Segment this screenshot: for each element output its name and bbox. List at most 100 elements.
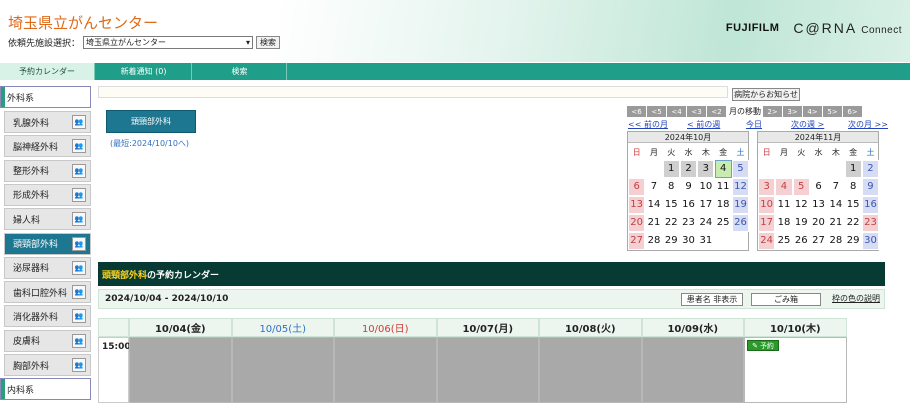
doctor-icon[interactable]: 👥 bbox=[72, 358, 86, 372]
mini-calendar-day[interactable]: 17 bbox=[697, 196, 715, 214]
mini-calendar-day[interactable]: 27 bbox=[628, 232, 646, 250]
mini-calendar-day[interactable]: 20 bbox=[809, 214, 828, 232]
mini-calendar-day[interactable]: 5 bbox=[792, 178, 810, 196]
month-jump-back-button[interactable]: <5 bbox=[647, 106, 666, 117]
category-internal[interactable]: 内科系 bbox=[0, 378, 91, 400]
mini-calendar-day[interactable]: 25 bbox=[714, 214, 732, 232]
mini-calendar-day[interactable]: 11 bbox=[714, 178, 732, 196]
mini-calendar-day[interactable]: 31 bbox=[697, 232, 715, 250]
doctor-icon[interactable]: 👥 bbox=[72, 163, 86, 178]
sidebar-item[interactable]: 皮膚科 👥 bbox=[4, 329, 91, 352]
book-appointment-button[interactable]: ✎ 予約 bbox=[747, 340, 779, 351]
earliest-date-link[interactable]: (最短:2024/10/10へ) bbox=[110, 138, 189, 149]
mini-calendar-day[interactable]: 19 bbox=[731, 196, 750, 214]
mini-calendar-day[interactable]: 30 bbox=[861, 232, 880, 250]
facility-select[interactable]: 埼玉県立がんセンター ▾ bbox=[83, 36, 254, 49]
facility-search-button[interactable]: 検索 bbox=[256, 36, 281, 49]
mini-calendar-day[interactable]: 19 bbox=[792, 214, 810, 232]
month-jump-forward-button[interactable]: 6> bbox=[843, 106, 862, 117]
mini-calendar-day[interactable]: 26 bbox=[731, 214, 750, 232]
mini-calendar-day[interactable]: 27 bbox=[809, 232, 828, 250]
mini-calendar-day[interactable]: 7 bbox=[827, 178, 845, 196]
frame-color-legend-link[interactable]: 枠の色の説明 bbox=[832, 293, 880, 304]
trash-button[interactable]: ごみ箱 bbox=[751, 293, 821, 306]
prev-month-link[interactable]: << 前の月 bbox=[628, 119, 668, 130]
month-jump-forward-button[interactable]: 2> bbox=[763, 106, 782, 117]
month-jump-back-button[interactable]: <6 bbox=[627, 106, 646, 117]
mini-calendar-day[interactable]: 25 bbox=[775, 232, 793, 250]
month-jump-forward-button[interactable]: 5> bbox=[823, 106, 842, 117]
mini-calendar-day[interactable]: 17 bbox=[758, 214, 776, 232]
mini-calendar-day[interactable]: 23 bbox=[861, 214, 880, 232]
mini-calendar-day[interactable]: 16 bbox=[861, 196, 880, 214]
sidebar-item[interactable]: 整形外科 👥 bbox=[4, 159, 91, 182]
doctor-icon[interactable]: 👥 bbox=[72, 309, 86, 324]
doctor-icon[interactable]: 👥 bbox=[72, 260, 86, 275]
mini-calendar-day[interactable]: 30 bbox=[679, 232, 698, 250]
today-link[interactable]: 今日 bbox=[746, 119, 762, 130]
doctor-icon[interactable]: 👥 bbox=[72, 187, 86, 202]
mini-calendar-day[interactable]: 29 bbox=[844, 232, 862, 250]
next-week-link[interactable]: 次の週 > bbox=[791, 119, 824, 130]
month-jump-forward-button[interactable]: 4> bbox=[803, 106, 822, 117]
mini-calendar-day[interactable]: 23 bbox=[679, 214, 698, 232]
doctor-icon[interactable]: 👥 bbox=[72, 285, 86, 300]
month-jump-back-button[interactable]: <4 bbox=[667, 106, 686, 117]
mini-calendar-day[interactable]: 21 bbox=[827, 214, 845, 232]
mini-calendar-day[interactable]: 9 bbox=[861, 178, 880, 196]
sidebar-item[interactable]: 泌尿器科 👥 bbox=[4, 256, 91, 279]
sidebar-item[interactable]: 歯科口腔外科 👥 bbox=[4, 281, 91, 304]
sidebar-item[interactable]: 形成外科 👥 bbox=[4, 183, 91, 206]
tab-search[interactable]: 検索 bbox=[193, 63, 287, 80]
mini-calendar-day[interactable]: 2 bbox=[861, 160, 880, 178]
sidebar-item[interactable]: 消化器外科 👥 bbox=[4, 305, 91, 328]
hide-patient-name-button[interactable]: 患者名 非表示 bbox=[681, 293, 743, 306]
mini-calendar-day[interactable]: 16 bbox=[679, 196, 698, 214]
mini-calendar-day[interactable]: 10 bbox=[758, 196, 776, 214]
mini-calendar-day[interactable]: 14 bbox=[827, 196, 845, 214]
mini-calendar-day[interactable]: 2 bbox=[679, 160, 698, 178]
hospital-notice-button[interactable]: 病院からお知らせ bbox=[732, 88, 800, 101]
month-jump-forward-button[interactable]: 3> bbox=[783, 106, 802, 117]
doctor-icon[interactable]: 👥 bbox=[72, 236, 86, 251]
mini-calendar-day[interactable]: 4 bbox=[775, 178, 793, 196]
prev-week-link[interactable]: < 前の週 bbox=[687, 119, 720, 130]
mini-calendar-day[interactable]: 10 bbox=[697, 178, 715, 196]
doctor-icon[interactable]: 👥 bbox=[72, 212, 86, 227]
mini-calendar-day[interactable]: 18 bbox=[714, 196, 732, 214]
category-surgery[interactable]: 外科系 bbox=[0, 86, 91, 108]
mini-calendar-day[interactable]: 12 bbox=[792, 196, 810, 214]
mini-calendar-day[interactable]: 6 bbox=[809, 178, 828, 196]
sidebar-item[interactable]: 頭頸部外科 👥 bbox=[4, 232, 91, 255]
doctor-icon[interactable]: 👥 bbox=[72, 333, 86, 348]
mini-calendar-day[interactable]: 15 bbox=[844, 196, 862, 214]
mini-calendar-day[interactable]: 28 bbox=[645, 232, 663, 250]
mini-calendar-day[interactable]: 9 bbox=[679, 178, 698, 196]
mini-calendar-day[interactable]: 3 bbox=[697, 160, 715, 178]
mini-calendar-day[interactable]: 6 bbox=[628, 178, 646, 196]
dept-select-button[interactable]: 頭頸部外科 bbox=[106, 110, 196, 133]
doctor-icon[interactable]: 👥 bbox=[72, 139, 86, 154]
mini-calendar-day[interactable]: 4 bbox=[714, 160, 732, 178]
mini-calendar-day[interactable]: 8 bbox=[844, 178, 862, 196]
mini-calendar-day[interactable]: 13 bbox=[809, 196, 828, 214]
mini-calendar-day[interactable]: 22 bbox=[662, 214, 680, 232]
mini-calendar-day[interactable]: 5 bbox=[731, 160, 750, 178]
mini-calendar-day[interactable]: 28 bbox=[827, 232, 845, 250]
month-jump-back-button[interactable]: <3 bbox=[687, 106, 706, 117]
tab-notifications[interactable]: 新着通知 (0) bbox=[96, 63, 192, 80]
time-slot-cell[interactable]: ✎ 予約 bbox=[744, 337, 847, 403]
mini-calendar-day[interactable]: 1 bbox=[662, 160, 680, 178]
mini-calendar-day[interactable]: 15 bbox=[662, 196, 680, 214]
mini-calendar-day[interactable]: 20 bbox=[628, 214, 646, 232]
mini-calendar-day[interactable]: 13 bbox=[628, 196, 646, 214]
sidebar-item[interactable]: 婦人科 👥 bbox=[4, 208, 91, 231]
mini-calendar-day[interactable]: 22 bbox=[844, 214, 862, 232]
next-month-link[interactable]: 次の月 >> bbox=[848, 119, 888, 130]
mini-calendar-day[interactable]: 26 bbox=[792, 232, 810, 250]
sidebar-item[interactable]: 乳腺外科 👥 bbox=[4, 111, 91, 133]
mini-calendar-day[interactable]: 14 bbox=[645, 196, 663, 214]
mini-calendar-day[interactable]: 29 bbox=[662, 232, 680, 250]
tab-calendar[interactable]: 予約カレンダー bbox=[0, 63, 95, 80]
mini-calendar-day[interactable]: 1 bbox=[844, 160, 862, 178]
